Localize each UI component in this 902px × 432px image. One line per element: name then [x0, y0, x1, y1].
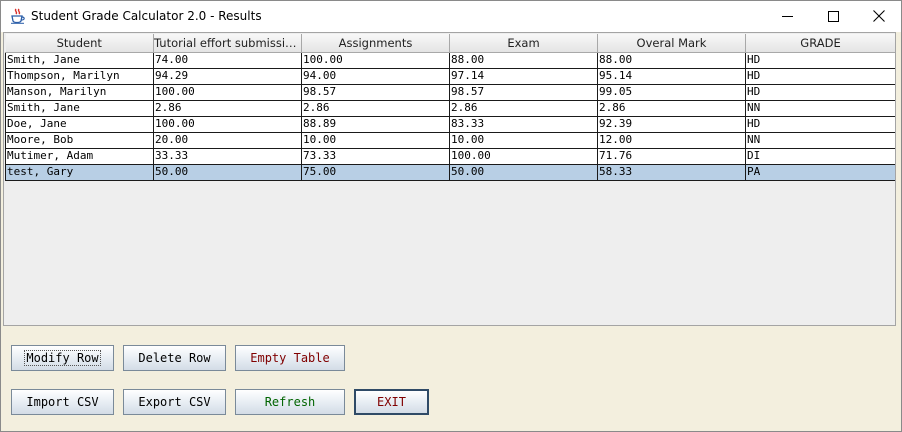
exit-button[interactable]: EXIT [354, 389, 429, 415]
table-row[interactable]: Doe, Jane 100.00 88.89 83.33 92.39 HD [5, 115, 895, 133]
results-scroll-pane[interactable]: Student Tutorial effort submissio... Ass… [3, 32, 896, 326]
delete-row-button[interactable]: Delete Row [123, 345, 226, 371]
cell-tutorial-effort[interactable]: 94.29 [153, 67, 302, 85]
results-table: Student Tutorial effort submissio... Ass… [5, 34, 895, 181]
content-panel: Student Tutorial effort submissio... Ass… [1, 32, 901, 431]
cell-grade[interactable]: HD [745, 115, 895, 133]
empty-table-button[interactable]: Empty Table [235, 345, 345, 371]
cell-exam[interactable]: 2.86 [449, 99, 598, 117]
cell-exam[interactable]: 50.00 [449, 163, 598, 181]
column-header-exam[interactable]: Exam [449, 34, 598, 53]
cell-overall-mark[interactable]: 71.76 [597, 147, 746, 165]
cell-assignments[interactable]: 94.00 [301, 67, 450, 85]
app-window: Student Grade Calculator 2.0 - Results S… [0, 0, 902, 432]
cell-grade[interactable]: NN [745, 131, 895, 149]
minimize-icon [781, 11, 793, 22]
cell-student[interactable]: Moore, Bob [5, 131, 154, 149]
column-header-assignments[interactable]: Assignments [301, 34, 450, 53]
cell-overall-mark[interactable]: 12.00 [597, 131, 746, 149]
cell-grade[interactable]: PA [745, 163, 895, 181]
cell-grade[interactable]: HD [745, 67, 895, 85]
cell-tutorial-effort[interactable]: 50.00 [153, 163, 302, 181]
cell-exam[interactable]: 98.57 [449, 83, 598, 101]
table-row[interactable]: Thompson, Marilyn 94.29 94.00 97.14 95.1… [5, 67, 895, 85]
column-header-student[interactable]: Student [5, 34, 154, 53]
cell-assignments[interactable]: 100.00 [301, 51, 450, 69]
close-icon [873, 10, 885, 22]
cell-grade[interactable]: NN [745, 99, 895, 117]
cell-student[interactable]: Smith, Jane [5, 99, 154, 117]
maximize-icon [827, 10, 839, 22]
table-row-selected[interactable]: test, Gary 50.00 75.00 50.00 58.33 PA [5, 163, 895, 181]
table-header-row: Student Tutorial effort submissio... Ass… [5, 34, 895, 53]
export-csv-button[interactable]: Export CSV [123, 389, 226, 415]
cell-student[interactable]: Smith, Jane [5, 51, 154, 69]
modify-row-label: Modify Row [24, 350, 101, 366]
cell-grade[interactable]: DI [745, 147, 895, 165]
cell-assignments[interactable]: 75.00 [301, 163, 450, 181]
cell-tutorial-effort[interactable]: 2.86 [153, 99, 302, 117]
cell-tutorial-effort[interactable]: 100.00 [153, 115, 302, 133]
cell-overall-mark[interactable]: 2.86 [597, 99, 746, 117]
cell-tutorial-effort[interactable]: 33.33 [153, 147, 302, 165]
cell-overall-mark[interactable]: 58.33 [597, 163, 746, 181]
table-row[interactable]: Mutimer, Adam 33.33 73.33 100.00 71.76 D… [5, 147, 895, 165]
column-header-tutorial-effort[interactable]: Tutorial effort submissio... [153, 34, 302, 53]
cell-assignments[interactable]: 10.00 [301, 131, 450, 149]
cell-student[interactable]: Mutimer, Adam [5, 147, 154, 165]
cell-assignments[interactable]: 2.86 [301, 99, 450, 117]
cell-tutorial-effort[interactable]: 20.00 [153, 131, 302, 149]
cell-exam[interactable]: 88.00 [449, 51, 598, 69]
refresh-button[interactable]: Refresh [235, 389, 345, 415]
column-header-overall-mark[interactable]: Overal Mark [597, 34, 746, 53]
cell-student[interactable]: Manson, Marilyn [5, 83, 154, 101]
cell-exam[interactable]: 83.33 [449, 115, 598, 133]
java-cup-icon [10, 8, 25, 24]
cell-grade[interactable]: HD [745, 51, 895, 69]
cell-exam[interactable]: 100.00 [449, 147, 598, 165]
cell-overall-mark[interactable]: 95.14 [597, 67, 746, 85]
cell-overall-mark[interactable]: 92.39 [597, 115, 746, 133]
cell-assignments[interactable]: 98.57 [301, 83, 450, 101]
close-button[interactable] [856, 1, 902, 31]
column-header-grade[interactable]: GRADE [745, 34, 895, 53]
maximize-button[interactable] [810, 1, 856, 31]
cell-student[interactable]: Doe, Jane [5, 115, 154, 133]
cell-student[interactable]: Thompson, Marilyn [5, 67, 154, 85]
cell-assignments[interactable]: 88.89 [301, 115, 450, 133]
import-csv-button[interactable]: Import CSV [11, 389, 114, 415]
cell-overall-mark[interactable]: 88.00 [597, 51, 746, 69]
cell-student[interactable]: test, Gary [5, 163, 154, 181]
cell-exam[interactable]: 10.00 [449, 131, 598, 149]
table-row[interactable]: Manson, Marilyn 100.00 98.57 98.57 99.05… [5, 83, 895, 101]
modify-row-button[interactable]: Modify Row [11, 345, 114, 371]
cell-tutorial-effort[interactable]: 100.00 [153, 83, 302, 101]
title-bar[interactable]: Student Grade Calculator 2.0 - Results [1, 1, 901, 31]
cell-tutorial-effort[interactable]: 74.00 [153, 51, 302, 69]
cell-assignments[interactable]: 73.33 [301, 147, 450, 165]
table-row[interactable]: Smith, Jane 2.86 2.86 2.86 2.86 NN [5, 99, 895, 117]
minimize-button[interactable] [764, 1, 810, 31]
table-row[interactable]: Smith, Jane 74.00 100.00 88.00 88.00 HD [5, 51, 895, 69]
cell-exam[interactable]: 97.14 [449, 67, 598, 85]
cell-overall-mark[interactable]: 99.05 [597, 83, 746, 101]
window-title: Student Grade Calculator 2.0 - Results [31, 9, 262, 23]
table-row[interactable]: Moore, Bob 20.00 10.00 10.00 12.00 NN [5, 131, 895, 149]
cell-grade[interactable]: HD [745, 83, 895, 101]
